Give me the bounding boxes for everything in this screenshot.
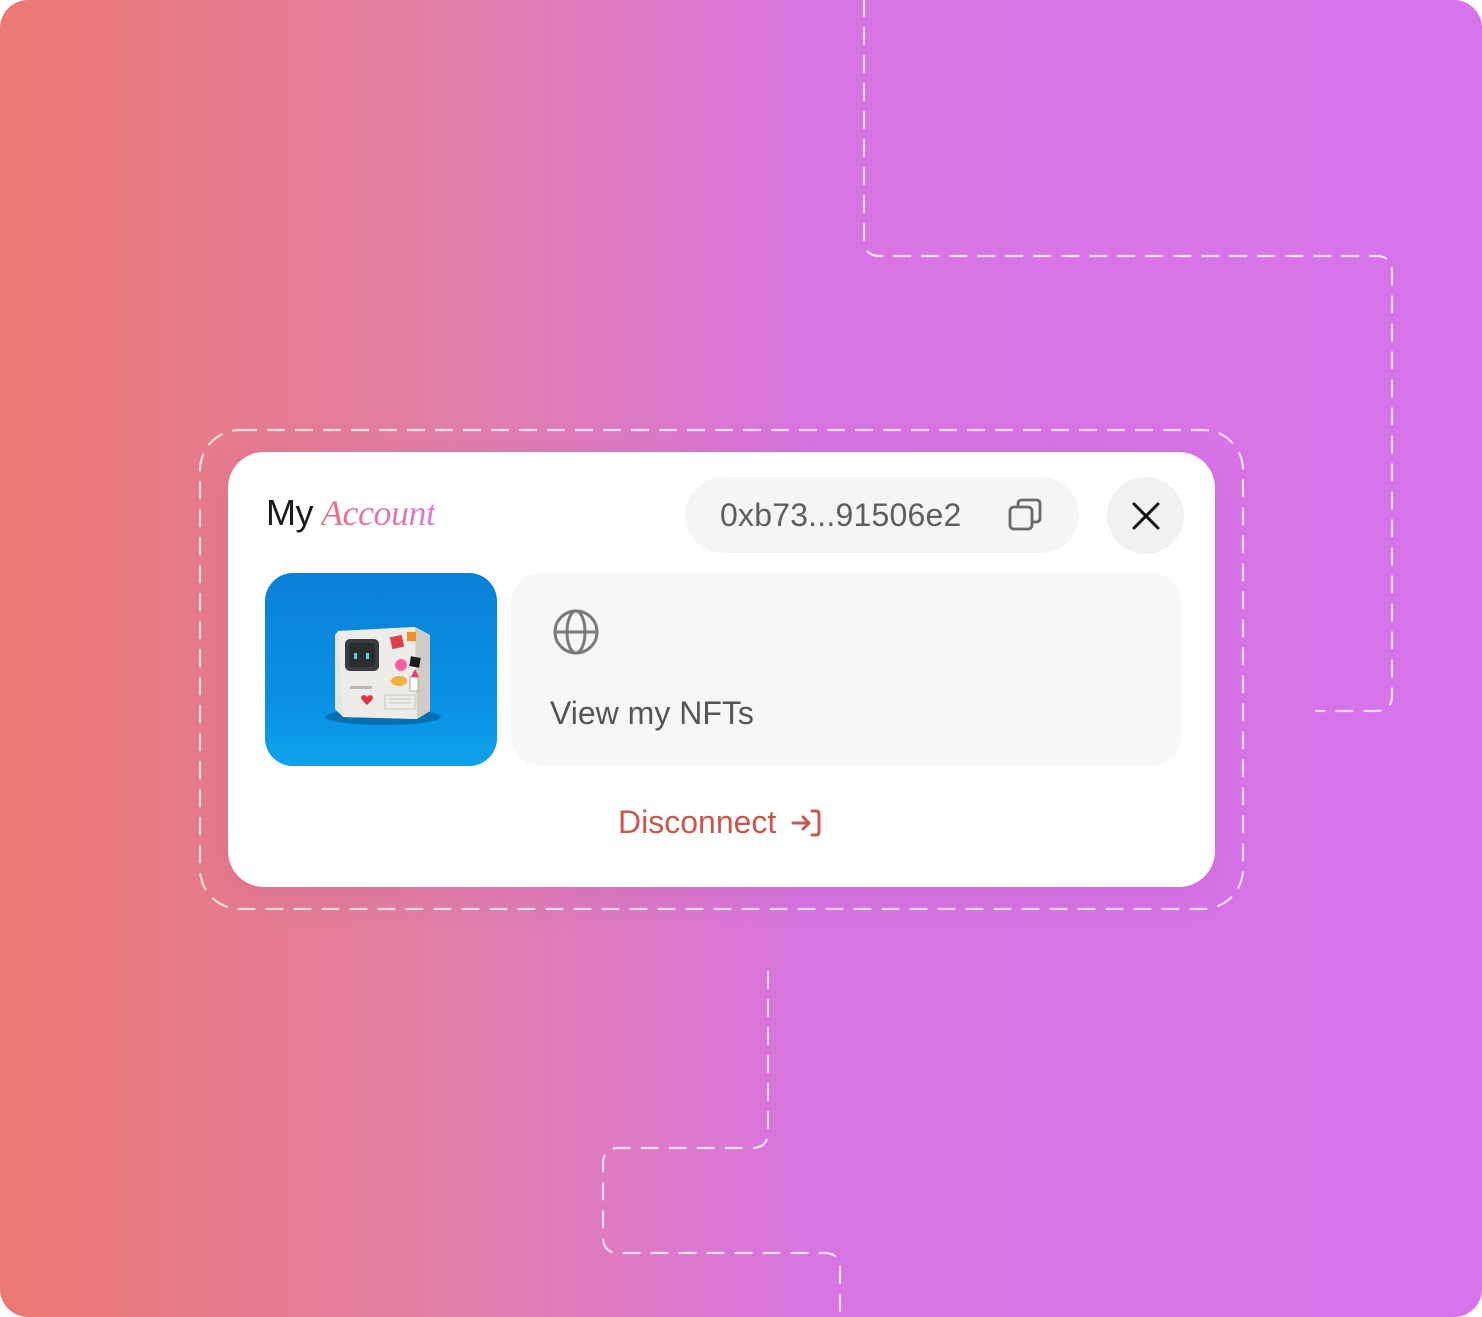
copy-icon: [1008, 498, 1042, 531]
title-accent: Account: [321, 493, 436, 533]
disconnect-label: Disconnect: [618, 804, 777, 840]
modal-title: My Account: [266, 492, 436, 534]
view-nfts-button[interactable]: View my NFTs: [511, 573, 1181, 766]
background-canvas: My Account 0xb73...91506e2 View my NFTs …: [0, 0, 1482, 1317]
globe-icon: [553, 609, 599, 655]
account-modal: My Account 0xb73...91506e2 View my NFTs …: [228, 452, 1215, 887]
title-plain: My: [266, 492, 314, 533]
nft-thumbnail[interactable]: [265, 573, 497, 766]
disconnect-button[interactable]: Disconnect: [618, 804, 822, 841]
wallet-address-copy-button[interactable]: 0xb73...91506e2: [685, 477, 1079, 553]
close-button[interactable]: [1107, 477, 1184, 554]
close-icon: [1132, 502, 1159, 529]
retro-computer-nft-image: [265, 627, 497, 766]
view-nfts-label: View my NFTs: [550, 695, 754, 731]
logout-icon: [791, 809, 821, 836]
wallet-address: 0xb73...91506e2: [720, 496, 962, 533]
